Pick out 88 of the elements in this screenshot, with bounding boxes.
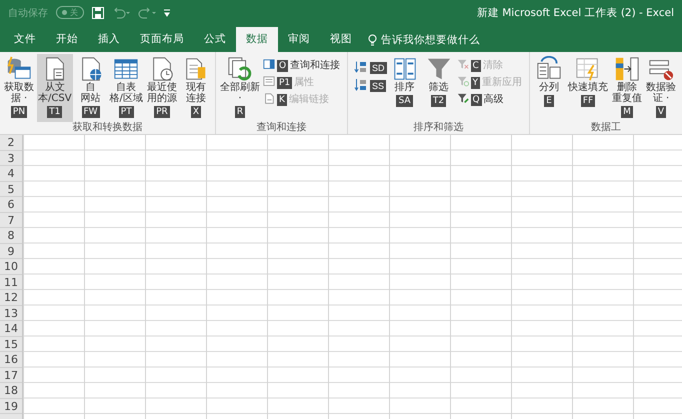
ribbon-button[interactable]: 快速填充 FF — [567, 54, 609, 122]
keytip: PN — [10, 106, 28, 118]
row-number: 15 — [0, 336, 22, 352]
save-icon[interactable] — [92, 6, 104, 18]
row-number: 14 — [0, 321, 22, 336]
keytip: M — [621, 106, 633, 118]
ribbon-tab[interactable]: 审阅 — [278, 27, 320, 52]
keytip: FW — [82, 106, 100, 118]
lightbulb-icon — [368, 34, 377, 46]
keytip: K — [277, 94, 287, 106]
ribbon-tab[interactable]: 数据 — [236, 27, 278, 52]
database-icon — [6, 56, 32, 82]
row-number: 12 — [0, 290, 22, 306]
split-columns-icon — [536, 56, 562, 82]
row-number: 19 — [0, 398, 22, 414]
keytip: E — [544, 95, 554, 107]
row-number: 10 — [0, 259, 22, 274]
row-number: 9 — [0, 244, 22, 259]
sort-descending-icon — [354, 78, 368, 92]
refresh-icon — [227, 56, 253, 82]
keytip: O — [277, 60, 288, 72]
keytip: P1 — [277, 77, 292, 89]
sort-ascending-icon — [354, 60, 368, 74]
ribbon-tab[interactable]: 公式 — [194, 27, 236, 52]
ribbon-button[interactable]: 获取数 据 · PN — [3, 54, 35, 122]
autosave-label: 自动保存 — [8, 6, 48, 20]
row-number: 3 — [0, 150, 22, 166]
row-number: 5 — [0, 182, 22, 197]
ribbon-button[interactable]: 自 网站 FW — [74, 54, 107, 122]
ribbon-button[interactable]: 排序 SA — [388, 54, 421, 122]
panel-icon — [263, 59, 275, 71]
ribbon-tab[interactable]: 页面布局 — [130, 27, 194, 52]
filter-clear-icon — [456, 59, 469, 71]
sort-icon — [392, 56, 418, 82]
group-label: 获取和转换数据 — [72, 122, 144, 134]
row-number: 7 — [0, 212, 22, 228]
customize-icon[interactable] — [164, 8, 170, 18]
row-number: 6 — [0, 197, 22, 212]
ribbon-button[interactable]: 自表 格/区域 PT — [108, 54, 144, 122]
keytip: PR — [154, 106, 170, 118]
ribbon-small-button[interactable]: Q 高级 — [456, 92, 522, 106]
ribbon-button[interactable]: 最近使 用的源 PR — [146, 54, 178, 122]
sort-button[interactable]: SS — [354, 78, 387, 92]
remove-duplicates-icon — [614, 56, 640, 82]
ribbon-button[interactable]: 数据验 证 · V — [645, 54, 677, 122]
keytip: Q — [470, 94, 482, 106]
keytip: T2 — [430, 95, 446, 107]
keytip: V — [656, 106, 666, 118]
ribbon-button[interactable]: 分列 E — [533, 54, 565, 122]
keytip: SD — [370, 62, 387, 74]
row-number: 8 — [0, 228, 22, 244]
keytip: X — [190, 106, 201, 118]
group-label: 数据工 — [590, 122, 622, 134]
list-icon — [263, 76, 275, 88]
keytip: SS — [370, 80, 386, 92]
ribbon-small-button[interactable]: O 查询和连接 — [263, 58, 340, 72]
row-number: 17 — [0, 368, 22, 383]
ribbon-button[interactable]: 筛选 T2 — [422, 54, 455, 122]
keytip: C — [470, 60, 481, 72]
ribbon-tab[interactable]: 文件 — [4, 27, 46, 52]
ribbon-button[interactable]: 现有 连接 X — [180, 54, 212, 122]
filter-advanced-icon — [456, 93, 469, 105]
row-number: 18 — [0, 383, 22, 398]
group-label: 查询和连接 — [256, 122, 308, 134]
ribbon-tab[interactable]: 视图 — [320, 27, 362, 52]
row-number: 4 — [0, 166, 22, 182]
ribbon-tab[interactable]: 插入 — [88, 27, 130, 52]
ribbon-button[interactable]: 删除 重复值 M — [611, 54, 643, 122]
group-label: 排序和筛选 — [412, 122, 464, 134]
filter-refresh-icon — [456, 76, 469, 88]
ribbon-button[interactable]: 从文 本/CSV T1 — [37, 54, 73, 122]
row-number: 13 — [0, 306, 22, 321]
ribbon-button[interactable]: 全部刷新 · R — [219, 54, 261, 122]
sort-button[interactable]: SD — [354, 60, 387, 74]
keytip: R — [234, 106, 246, 118]
keytip: T1 — [47, 106, 62, 118]
tell-me-field[interactable]: 告诉我你想要做什么 — [381, 32, 480, 46]
row-number: 11 — [0, 274, 22, 290]
row-number: 16 — [0, 352, 22, 368]
window-title: 新建 Microsoft Excel 工作表 (2) - Excel — [476, 6, 674, 20]
keytip: SA — [396, 95, 413, 107]
keytip: PT — [118, 106, 134, 118]
keytip: Y — [470, 77, 480, 89]
flash-fill-icon — [575, 56, 601, 82]
ribbon-tab[interactable]: 开始 — [46, 27, 88, 52]
keytip: FF — [580, 95, 596, 107]
filter-icon — [426, 56, 452, 82]
row-number: 2 — [0, 135, 22, 150]
